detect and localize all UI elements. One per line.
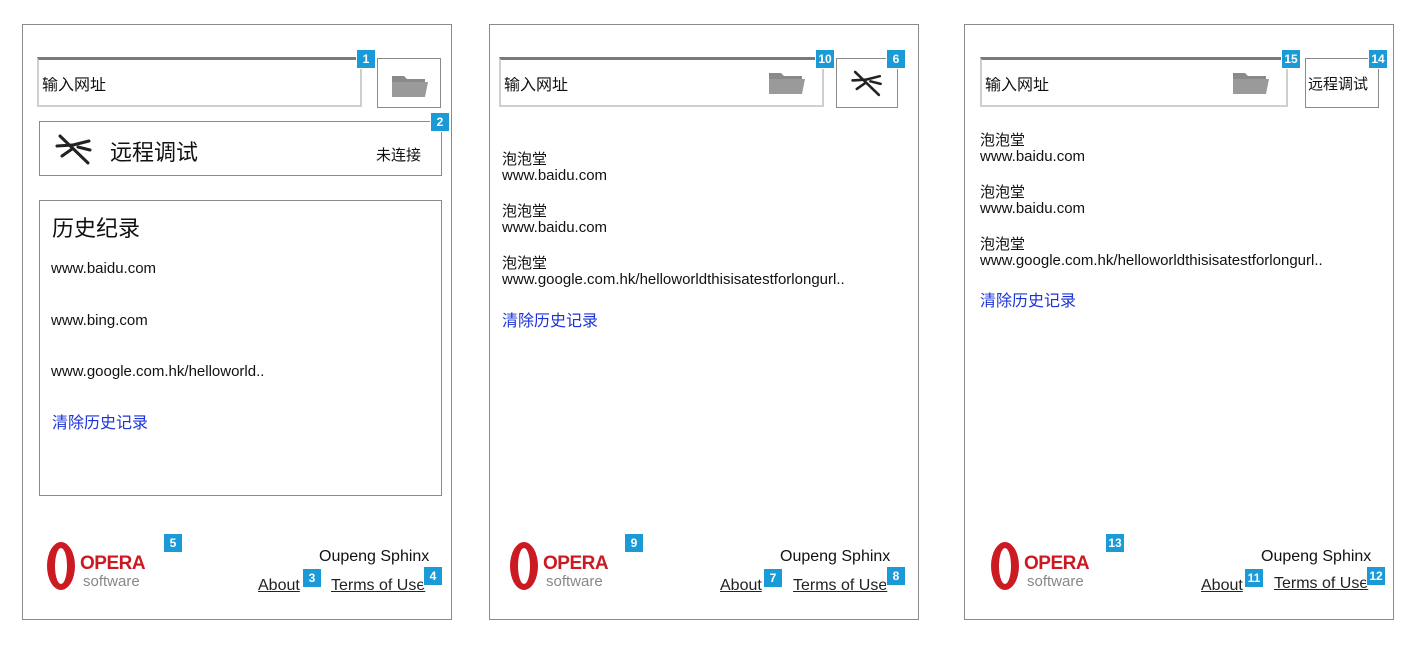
- annotation-badge: 1: [356, 49, 376, 69]
- panel-variant-2: 10 6 泡泡堂 www.baidu.com 泡泡堂 www.baidu.com…: [489, 24, 919, 620]
- opera-software-logo: OPERA software: [989, 539, 1117, 599]
- annotation-badge: 11: [1244, 568, 1264, 588]
- opera-wordmark: OPERA: [1024, 553, 1090, 574]
- url-input[interactable]: [504, 77, 704, 95]
- entry-url: www.baidu.com: [502, 219, 608, 236]
- entry-title: 泡泡堂: [502, 255, 548, 272]
- history-entry[interactable]: 泡泡堂 www.google.com.hk/helloworldthisisat…: [502, 256, 845, 288]
- entry-title: 泡泡堂: [502, 151, 548, 168]
- entry-url: www.google.com.hk/helloworldthisisatestf…: [502, 271, 845, 288]
- url-input-field[interactable]: [499, 57, 824, 107]
- opera-software-text: software: [83, 573, 140, 590]
- annotation-badge: 15: [1281, 49, 1301, 69]
- terms-link[interactable]: Terms of Use: [1274, 575, 1368, 593]
- entry-url: www.google.com.hk/helloworldthisisatestf…: [980, 252, 1323, 269]
- bookmarks-folder-button[interactable]: [377, 58, 441, 108]
- terms-link[interactable]: Terms of Use: [331, 577, 425, 595]
- opera-wordmark: OPERA: [80, 553, 146, 574]
- clear-history-link[interactable]: 清除历史记录: [52, 409, 148, 433]
- annotation-badge: 2: [430, 112, 450, 132]
- remote-debug-button-label: 远程调试: [1308, 76, 1369, 93]
- remote-debug-label: 远程调试: [110, 140, 199, 165]
- about-link[interactable]: About: [258, 577, 300, 595]
- url-input-field[interactable]: [980, 57, 1288, 107]
- url-input-field[interactable]: [37, 57, 362, 107]
- dragonfly-icon: [851, 70, 882, 97]
- annotation-badge: 10: [815, 49, 835, 69]
- history-item[interactable]: www.baidu.com: [51, 260, 156, 277]
- opera-o-icon: [47, 542, 75, 590]
- opera-software-logo: OPERA software: [508, 539, 636, 599]
- entry-url: www.baidu.com: [502, 167, 608, 184]
- opera-software-logo: OPERA software: [45, 539, 173, 599]
- connection-status: 未连接: [376, 147, 422, 164]
- entry-title: 泡泡堂: [980, 236, 1026, 253]
- panel-variant-1: 1 远程调试 未连接 2 历史纪录 www.baidu.com www.bing…: [22, 24, 452, 620]
- brand-name: Oupeng Sphinx: [780, 548, 891, 565]
- about-link[interactable]: About: [720, 577, 762, 595]
- url-input[interactable]: [42, 77, 242, 95]
- brand-name: Oupeng Sphinx: [319, 548, 430, 565]
- opera-o-icon: [991, 542, 1019, 590]
- annotation-badge: 14: [1368, 49, 1388, 69]
- opera-software-text: software: [546, 573, 603, 590]
- history-title: 历史纪录: [52, 216, 141, 241]
- folder-icon[interactable]: [768, 69, 806, 95]
- opera-o-icon: [510, 542, 538, 590]
- history-entry[interactable]: 泡泡堂 www.baidu.com: [980, 185, 1085, 217]
- folder-icon: [392, 76, 428, 97]
- history-item[interactable]: www.google.com.hk/helloworld..: [51, 363, 264, 380]
- annotation-badge: 5: [163, 533, 183, 553]
- annotation-badge: 9: [624, 533, 644, 553]
- clear-history-link[interactable]: 清除历史记录: [980, 287, 1076, 311]
- clear-history-link[interactable]: 清除历史记录: [502, 307, 598, 331]
- terms-link[interactable]: Terms of Use: [793, 577, 887, 595]
- history-panel: 历史纪录 www.baidu.com www.bing.com www.goog…: [39, 200, 442, 496]
- entry-url: www.baidu.com: [980, 200, 1086, 217]
- history-entry[interactable]: 泡泡堂 www.baidu.com: [502, 152, 607, 184]
- annotation-badge: 7: [763, 568, 783, 588]
- url-input[interactable]: [985, 77, 1185, 95]
- opera-wordmark: OPERA: [543, 553, 609, 574]
- entry-url: www.baidu.com: [980, 148, 1086, 165]
- folder-icon[interactable]: [1232, 69, 1270, 95]
- remote-debug-row[interactable]: 远程调试 未连接: [39, 121, 442, 176]
- history-entry[interactable]: 泡泡堂 www.baidu.com: [980, 133, 1085, 165]
- history-entry[interactable]: 泡泡堂 www.baidu.com: [502, 204, 607, 236]
- about-link[interactable]: About: [1201, 577, 1243, 595]
- entry-title: 泡泡堂: [980, 132, 1026, 149]
- entry-title: 泡泡堂: [502, 203, 548, 220]
- dragonfly-icon: [55, 134, 92, 165]
- history-item[interactable]: www.bing.com: [51, 312, 148, 329]
- annotation-badge: 13: [1105, 533, 1125, 553]
- entry-title: 泡泡堂: [980, 184, 1026, 201]
- annotation-badge: 6: [886, 49, 906, 69]
- history-entry[interactable]: 泡泡堂 www.google.com.hk/helloworldthisisat…: [980, 237, 1323, 269]
- opera-software-text: software: [1027, 573, 1084, 590]
- annotation-badge: 4: [423, 566, 443, 586]
- panel-variant-3: 15 远程调试 14 泡泡堂 www.baidu.com 泡泡堂 www.bai…: [964, 24, 1394, 620]
- annotation-badge: 12: [1366, 566, 1386, 586]
- brand-name: Oupeng Sphinx: [1261, 548, 1372, 565]
- annotation-badge: 3: [302, 568, 322, 588]
- annotation-badge: 8: [886, 566, 906, 586]
